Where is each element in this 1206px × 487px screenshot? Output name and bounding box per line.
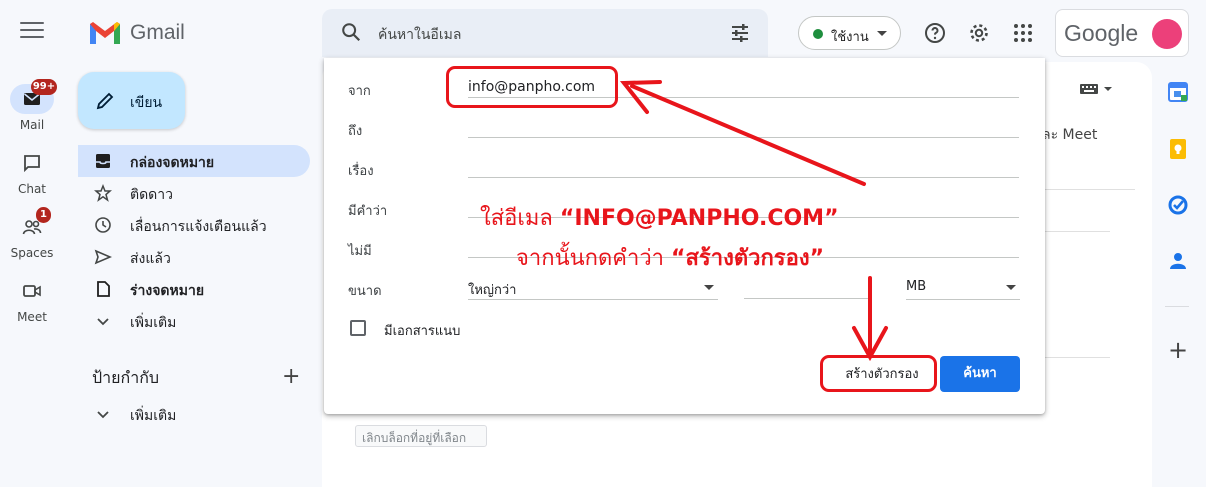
- google-brand: Google: [1064, 20, 1139, 46]
- spaces-badge: 1: [36, 207, 51, 223]
- nav-label: เพิ่มเติม: [130, 315, 177, 331]
- caret-down-icon: [877, 31, 887, 36]
- add-label-icon[interactable]: +: [282, 364, 300, 389]
- avatar[interactable]: [1152, 19, 1182, 49]
- nav-item-starred[interactable]: ติดดาว: [78, 177, 310, 209]
- get-addons-icon[interactable]: +: [1168, 336, 1188, 364]
- annotation-line-1-highlight: “INFO@PANPHO.COM”: [559, 206, 839, 231]
- has-attachment-label: มีเอกสารแนบ: [384, 324, 461, 339]
- pencil-icon: [96, 92, 114, 110]
- to-field[interactable]: [468, 137, 1019, 138]
- subject-label: เรื่อง: [348, 164, 374, 179]
- menu-icon[interactable]: [20, 22, 44, 42]
- mail-badge: 99+: [31, 79, 57, 95]
- annotation-line-2: จากนั้นกดคำว่า “สร้างตัวกรอง”: [516, 240, 824, 275]
- keep-icon[interactable]: [1167, 138, 1189, 160]
- search-button[interactable]: ค้นหา: [940, 356, 1020, 392]
- annotation-line-1-prefix: ใส่อีเมล: [480, 206, 560, 231]
- inbox-icon: [96, 154, 110, 168]
- compose-label: เขียน: [130, 95, 163, 111]
- size-unit-select[interactable]: MB: [906, 276, 1020, 300]
- size-input[interactable]: [744, 298, 872, 299]
- rail-item-mail[interactable]: 99+ Mail: [0, 79, 64, 132]
- annotation-line-1: ใส่อีเมล “INFO@PANPHO.COM”: [480, 200, 839, 235]
- search-input[interactable]: ค้นหาในอีเมล: [378, 24, 461, 46]
- clock-icon: [95, 217, 111, 233]
- nav-item-snoozed[interactable]: เลื่อนการแจ้งเตือนแล้ว: [78, 209, 310, 241]
- rail-item-spaces[interactable]: 1 Spaces: [0, 207, 64, 260]
- caret-down-icon: [704, 285, 714, 290]
- nav-label: ส่งแล้ว: [130, 251, 171, 267]
- has-attachment-checkbox[interactable]: [350, 320, 366, 336]
- keyboard-icon[interactable]: [1080, 82, 1116, 96]
- nav-item-sent[interactable]: ส่งแล้ว: [78, 241, 310, 273]
- compose-button[interactable]: เขียน: [78, 72, 185, 129]
- rail-item-chat[interactable]: Chat: [0, 148, 64, 196]
- draft-icon: [97, 281, 110, 297]
- subject-field[interactable]: [468, 177, 1019, 178]
- nav-label: ติดดาว: [130, 187, 173, 203]
- rail-label-meet: Meet: [17, 310, 47, 324]
- calendar-icon[interactable]: [1167, 81, 1189, 103]
- nav-item-inbox[interactable]: กล่องจดหมาย: [78, 145, 310, 177]
- size-unit-value: MB: [906, 279, 927, 294]
- highlight-box-from: [446, 66, 618, 108]
- background-text: ละ Meet: [1042, 127, 1098, 143]
- size-compare-value: ใหญ่กว่า: [468, 283, 517, 298]
- to-label: ถึง: [348, 124, 363, 139]
- chat-icon: [24, 155, 40, 173]
- doesnt-have-label: ไม่มี: [348, 244, 372, 259]
- annotation-line-2-prefix: จากนั้นกดคำว่า: [516, 246, 672, 271]
- app-brand: Gmail: [130, 21, 185, 44]
- star-icon: [94, 184, 112, 202]
- gear-icon[interactable]: [967, 21, 991, 45]
- rail-label-spaces: Spaces: [10, 246, 54, 260]
- search-options-dialog: จาก info@panpho.com ถึง เรื่อง มีคำว่า ไ…: [324, 58, 1045, 414]
- rail-item-meet[interactable]: Meet: [0, 276, 64, 324]
- chevron-down-icon: [97, 411, 109, 419]
- send-icon: [94, 249, 112, 265]
- help-icon[interactable]: [923, 21, 947, 45]
- divider: [1045, 189, 1135, 190]
- annotation-line-2-highlight: “สร้างตัวกรอง”: [671, 246, 825, 271]
- nav-item-drafts[interactable]: ร่างจดหมาย: [78, 273, 310, 305]
- contacts-icon[interactable]: [1167, 250, 1189, 272]
- status-selector[interactable]: ใช้งาน: [798, 16, 901, 50]
- labels-more[interactable]: เพิ่มเติม: [78, 398, 310, 430]
- status-label: ใช้งาน: [831, 30, 869, 45]
- has-words-label: มีคำว่า: [348, 204, 388, 219]
- highlight-box-create-filter: [820, 355, 937, 392]
- video-camera-icon: [23, 285, 41, 297]
- account-switcher[interactable]: Google: [1055, 9, 1189, 57]
- top-bar: Gmail ค้นหาในอีเมล ใช้งาน Google: [0, 0, 1206, 66]
- nav-label: เลื่อนการแจ้งเตือนแล้ว: [130, 219, 267, 235]
- rail-label-mail: Mail: [19, 118, 45, 132]
- chevron-down-icon: [97, 318, 109, 326]
- nav-label: เพิ่มเติม: [130, 408, 177, 424]
- tasks-icon[interactable]: [1167, 194, 1189, 216]
- size-label: ขนาด: [348, 284, 382, 299]
- labels-heading: ป้ายกำกับ: [92, 368, 160, 387]
- search-icon[interactable]: [340, 21, 362, 43]
- nav-label: กล่องจดหมาย: [130, 155, 215, 171]
- nav-label: ร่างจดหมาย: [130, 283, 205, 299]
- size-compare-select[interactable]: ใหญ่กว่า: [468, 276, 718, 300]
- unblock-button[interactable]: เลิกบล็อกที่อยู่ที่เลือก: [355, 425, 487, 447]
- search-options-icon[interactable]: [730, 23, 750, 43]
- rail-label-chat: Chat: [17, 182, 47, 196]
- status-dot-icon: [813, 29, 823, 39]
- divider: [1045, 231, 1110, 232]
- divider: [1045, 357, 1110, 358]
- search-bar[interactable]: ค้นหาในอีเมล: [322, 9, 768, 57]
- nav-item-more[interactable]: เพิ่มเติม: [78, 305, 310, 337]
- divider: [1165, 306, 1189, 307]
- apps-grid-icon[interactable]: [1011, 21, 1035, 45]
- gmail-logo-icon[interactable]: [88, 20, 122, 46]
- from-label: จาก: [348, 84, 371, 99]
- caret-down-icon: [1006, 285, 1016, 290]
